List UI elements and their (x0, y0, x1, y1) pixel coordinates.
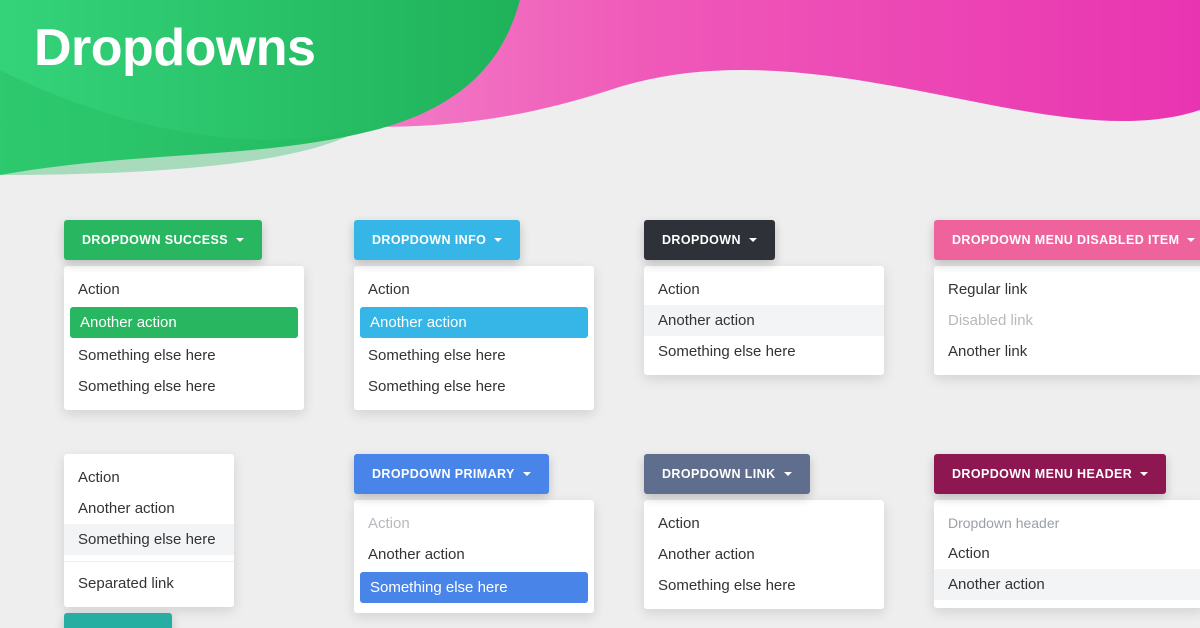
menu-divider (64, 561, 234, 562)
menu-item-active[interactable]: Another action (360, 307, 588, 338)
menu-item[interactable]: Action (64, 274, 304, 305)
dropdown-success-label: DROPDOWN SUCCESS (82, 233, 228, 247)
caret-down-icon (523, 472, 531, 476)
menu-item[interactable]: Something else here (64, 371, 304, 402)
menu-item[interactable]: Action (64, 462, 234, 493)
dropdown-dark-button[interactable]: DROPDOWN (644, 220, 775, 260)
dropup-menu: Action Another action Something else her… (64, 454, 234, 607)
menu-item[interactable]: Regular link (934, 274, 1200, 305)
dropup-button[interactable]: DROPUP (64, 613, 172, 628)
menu-item[interactable]: Separated link (64, 568, 234, 599)
menu-item[interactable]: Action (644, 274, 884, 305)
menu-item-hover[interactable]: Another action (644, 305, 884, 336)
dropdown-success-cell: DROPDOWN SUCCESS Action Another action S… (64, 220, 304, 410)
dropdown-dark-label: DROPDOWN (662, 233, 741, 247)
dropdown-info-menu: Action Another action Something else her… (354, 266, 594, 410)
dropdown-disabled-button[interactable]: DROPDOWN MENU DISABLED ITEM (934, 220, 1200, 260)
dropdown-link-menu: Action Another action Something else her… (644, 500, 884, 609)
dropdown-success-button[interactable]: DROPDOWN SUCCESS (64, 220, 262, 260)
dropdown-header-button[interactable]: DROPDOWN MENU HEADER (934, 454, 1166, 494)
menu-item[interactable]: Action (644, 508, 884, 539)
menu-item[interactable]: Another link (934, 336, 1200, 367)
menu-item[interactable]: Something else here (64, 340, 304, 371)
dropdown-info-button[interactable]: DROPDOWN INFO (354, 220, 520, 260)
caret-down-icon (784, 472, 792, 476)
dropdown-header-menu: Dropdown header Action Another action (934, 500, 1200, 608)
menu-item[interactable]: Another action (644, 539, 884, 570)
dropdown-disabled-label: DROPDOWN MENU DISABLED ITEM (952, 233, 1179, 247)
menu-item[interactable]: Another action (354, 539, 594, 570)
menu-item[interactable]: Something else here (354, 371, 594, 402)
dropup-cell: Action Another action Something else her… (64, 454, 304, 628)
menu-item[interactable]: Action (934, 538, 1200, 569)
menu-item-hover[interactable]: Something else here (64, 524, 234, 555)
dropdown-info-cell: DROPDOWN INFO Action Another action Some… (354, 220, 594, 410)
dropdown-primary-menu: Action Another action Something else her… (354, 500, 594, 613)
menu-item[interactable]: Something else here (644, 570, 884, 601)
menu-item-disabled: Action (354, 508, 594, 539)
menu-header: Dropdown header (934, 508, 1200, 538)
dropdown-primary-label: DROPDOWN PRIMARY (372, 467, 515, 481)
dropdown-success-menu: Action Another action Something else her… (64, 266, 304, 410)
dropdown-primary-cell: DROPDOWN PRIMARY Action Another action S… (354, 454, 594, 628)
dropdown-link-button[interactable]: DROPDOWN LINK (644, 454, 810, 494)
dropdown-link-label: DROPDOWN LINK (662, 467, 776, 481)
dropdown-disabled-cell: DROPDOWN MENU DISABLED ITEM Regular link… (934, 220, 1200, 410)
menu-item[interactable]: Something else here (644, 336, 884, 367)
dropdown-dark-cell: DROPDOWN Action Another action Something… (644, 220, 884, 410)
dropdown-link-cell: DROPDOWN LINK Action Another action Some… (644, 454, 884, 628)
menu-item-hover[interactable]: Another action (934, 569, 1200, 600)
menu-item-active[interactable]: Another action (70, 307, 298, 338)
page-title: Dropdowns (34, 18, 315, 78)
dropdown-header-cell: DROPDOWN MENU HEADER Dropdown header Act… (934, 454, 1200, 628)
menu-item-active[interactable]: Something else here (360, 572, 588, 603)
menu-item[interactable]: Something else here (354, 340, 594, 371)
menu-item[interactable]: Another action (64, 493, 234, 524)
caret-down-icon (494, 238, 502, 242)
dropdown-primary-button[interactable]: DROPDOWN PRIMARY (354, 454, 549, 494)
caret-down-icon (236, 238, 244, 242)
dropdown-header-label: DROPDOWN MENU HEADER (952, 467, 1132, 481)
menu-item[interactable]: Action (354, 274, 594, 305)
caret-down-icon (1140, 472, 1148, 476)
dropdown-dark-menu: Action Another action Something else her… (644, 266, 884, 375)
caret-down-icon (749, 238, 757, 242)
caret-down-icon (1187, 238, 1195, 242)
dropdown-info-label: DROPDOWN INFO (372, 233, 486, 247)
menu-item-disabled: Disabled link (934, 305, 1200, 336)
dropdown-disabled-menu: Regular link Disabled link Another link (934, 266, 1200, 375)
